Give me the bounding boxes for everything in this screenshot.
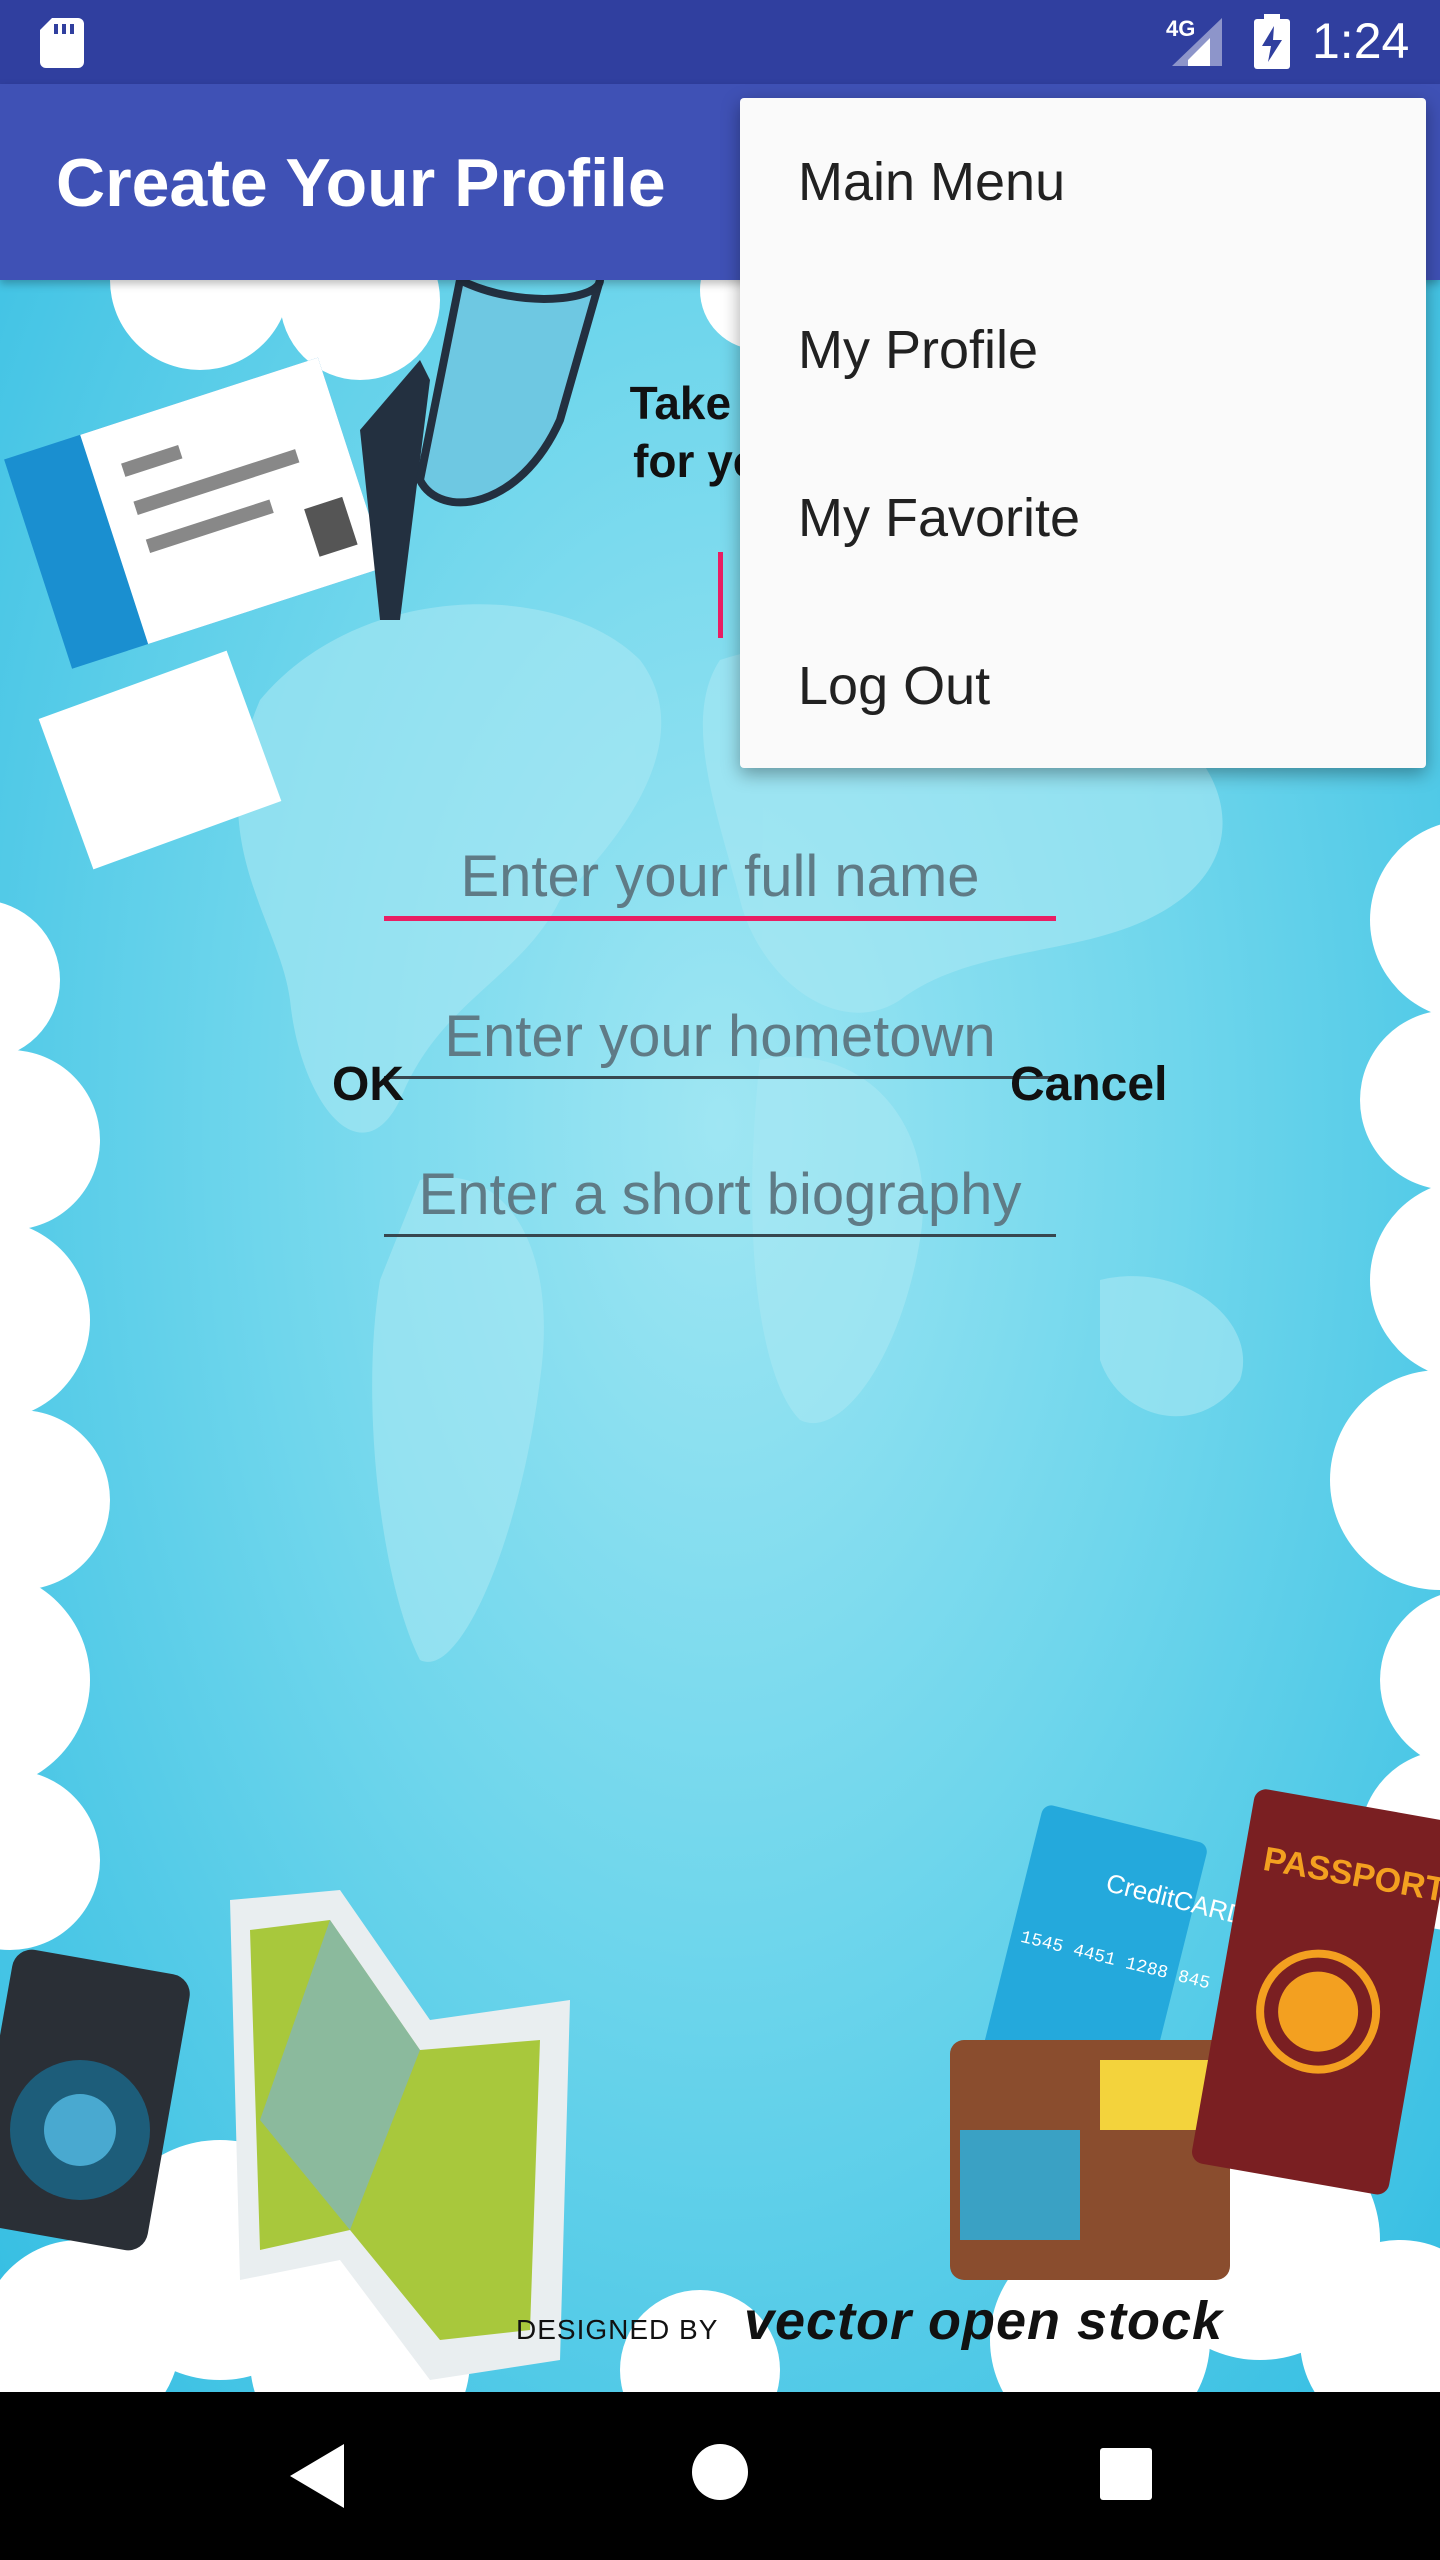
ok-button[interactable]: OK: [326, 1056, 410, 1113]
page-title: Create Your Profile: [56, 145, 666, 221]
menu-item-my-favorite[interactable]: My Favorite: [740, 434, 1426, 602]
hometown-input[interactable]: [384, 996, 1056, 1079]
status-bar: 4G 1:24: [0, 0, 1440, 84]
text-cursor: [718, 552, 723, 638]
cancel-button[interactable]: Cancel: [1004, 1056, 1173, 1113]
overflow-menu: Main Menu My Profile My Favorite Log Out: [740, 98, 1426, 768]
signal-icon: [1172, 18, 1222, 66]
navigation-bar: [0, 2392, 1440, 2560]
menu-item-log-out[interactable]: Log Out: [740, 602, 1426, 770]
biography-input[interactable]: [384, 1154, 1056, 1237]
clock: 1:24: [1312, 13, 1410, 69]
passport-illustration: PASSPORT: [1192, 1789, 1440, 2195]
menu-item-main-menu[interactable]: Main Menu: [740, 98, 1426, 266]
home-icon[interactable]: [690, 2442, 750, 2502]
menu-item-my-profile[interactable]: My Profile: [740, 266, 1426, 434]
ticket-illustration: [4, 357, 386, 669]
back-icon[interactable]: [286, 2442, 346, 2510]
battery-charging-icon: [1254, 14, 1290, 69]
recent-apps-icon[interactable]: [1098, 2446, 1154, 2502]
sd-card-icon: [40, 18, 84, 68]
designer-credit: DESIGNED BY vector open stock: [516, 2290, 1223, 2352]
wallet-illustration: CreditCARD 1545 4451 1288 845 32: [950, 1805, 1249, 2280]
credit-prefix: DESIGNED BY: [516, 2314, 719, 2345]
credit-brand: vector open stock: [743, 2291, 1224, 2351]
full-name-input[interactable]: [384, 836, 1056, 921]
